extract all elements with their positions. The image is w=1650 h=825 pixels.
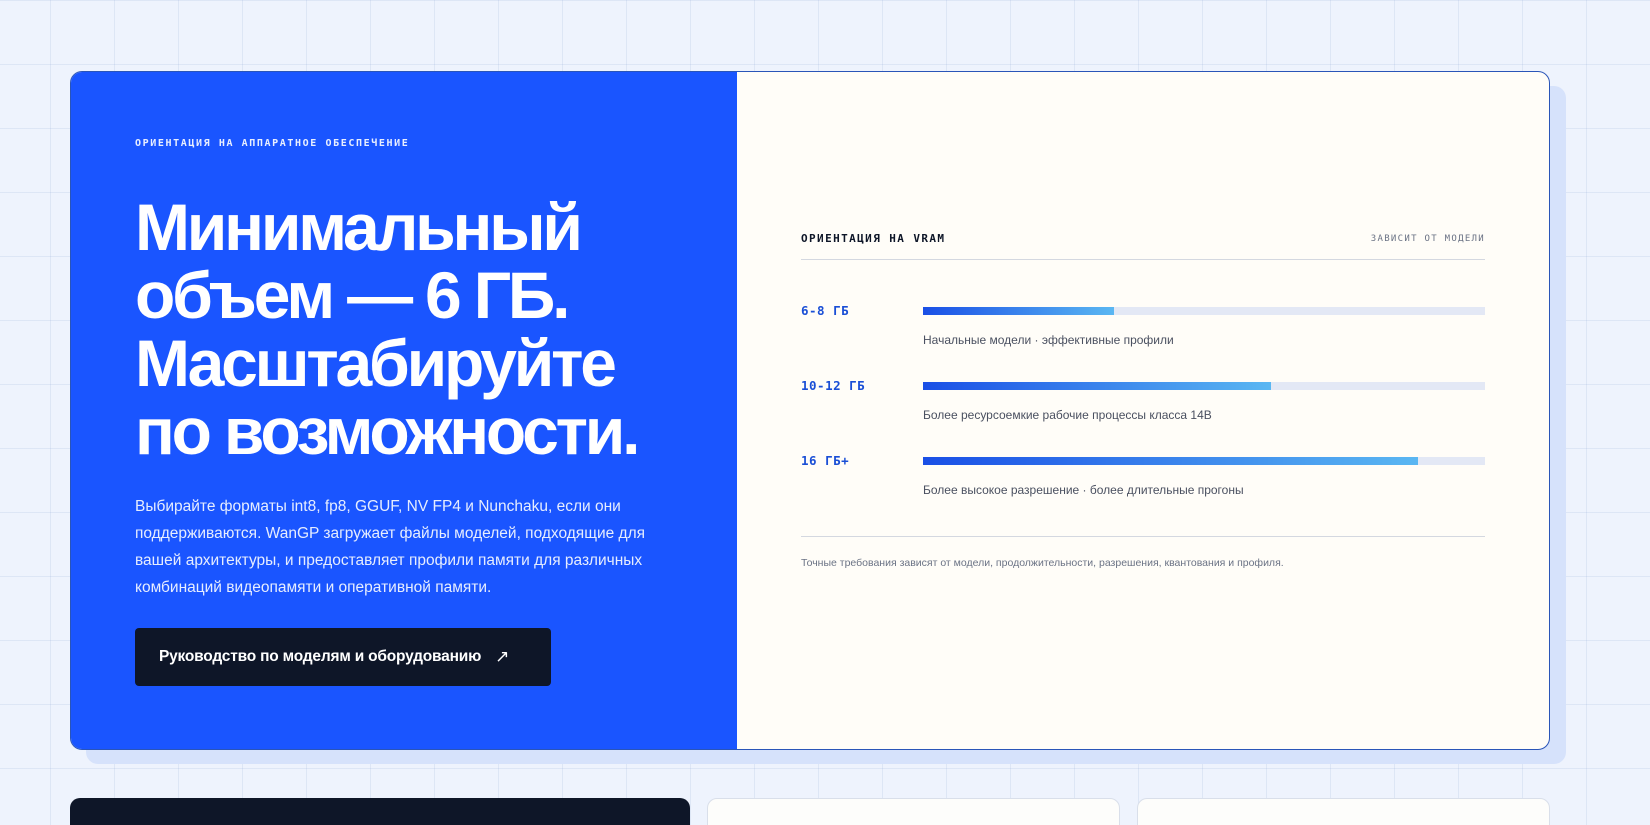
vram-tier: 10-12 ГБ Более ресурсоемкие рабочие проц… xyxy=(801,379,1485,422)
vram-tier-description: Начальные модели · эффективные профили xyxy=(923,333,1174,347)
vram-note: ЗАВИСИТ ОТ МОДЕЛИ xyxy=(1370,233,1485,244)
vram-header: ОРИЕНТАЦИЯ НА VRAM ЗАВИСИТ ОТ МОДЕЛИ xyxy=(801,232,1485,260)
vram-footnote: Точные требования зависят от модели, про… xyxy=(801,536,1485,569)
vram-tier: 6-8 ГБ Начальные модели · эффективные пр… xyxy=(801,304,1485,347)
vram-tier-label: 6-8 ГБ xyxy=(801,303,850,318)
hardware-guide-button[interactable]: Руководство по моделям и оборудованию ↗ xyxy=(135,628,551,686)
next-card-dark xyxy=(70,798,690,825)
vram-tier: 16 ГБ+ Более высокое разрешение · более … xyxy=(801,454,1485,497)
vram-tier-description: Более ресурсоемкие рабочие процессы клас… xyxy=(923,408,1212,422)
vram-tier-description: Более высокое разрешение · более длитель… xyxy=(923,483,1244,497)
vram-title: ОРИЕНТАЦИЯ НА VRAM xyxy=(801,232,946,245)
vram-tier-bar xyxy=(923,307,1485,315)
hero-description: Выбирайте форматы int8, fp8, GGUF, NV FP… xyxy=(135,498,646,596)
next-card-light xyxy=(707,798,1120,825)
hero-headline: Минимальный объем — 6 ГБ. Масштабируйте … xyxy=(135,190,640,468)
vram-tier-fill xyxy=(923,307,1115,315)
vram-tier-bar xyxy=(923,457,1485,465)
vram-tier-label: 16 ГБ+ xyxy=(801,453,850,468)
vram-tier-fill xyxy=(923,457,1418,465)
vram-tier-fill xyxy=(923,382,1272,390)
hardware-guide-button-label: Руководство по моделям и оборудованию xyxy=(159,648,482,665)
next-card-light xyxy=(1137,798,1550,825)
hero-left-panel: ОРИЕНТАЦИЯ НА АППАРАТНОЕ ОБЕСПЕЧЕНИЕ Мин… xyxy=(71,72,737,749)
hero-eyebrow: ОРИЕНТАЦИЯ НА АППАРАТНОЕ ОБЕСПЕЧЕНИЕ xyxy=(135,138,410,149)
vram-tier-label: 10-12 ГБ xyxy=(801,378,866,393)
vram-tier-bar xyxy=(923,382,1485,390)
hardware-hero-card: ОРИЕНТАЦИЯ НА АППАРАТНОЕ ОБЕСПЕЧЕНИЕ Мин… xyxy=(70,71,1550,750)
arrow-up-right-icon: ↗ xyxy=(495,647,510,666)
vram-panel: ОРИЕНТАЦИЯ НА VRAM ЗАВИСИТ ОТ МОДЕЛИ 6-8… xyxy=(737,72,1549,749)
